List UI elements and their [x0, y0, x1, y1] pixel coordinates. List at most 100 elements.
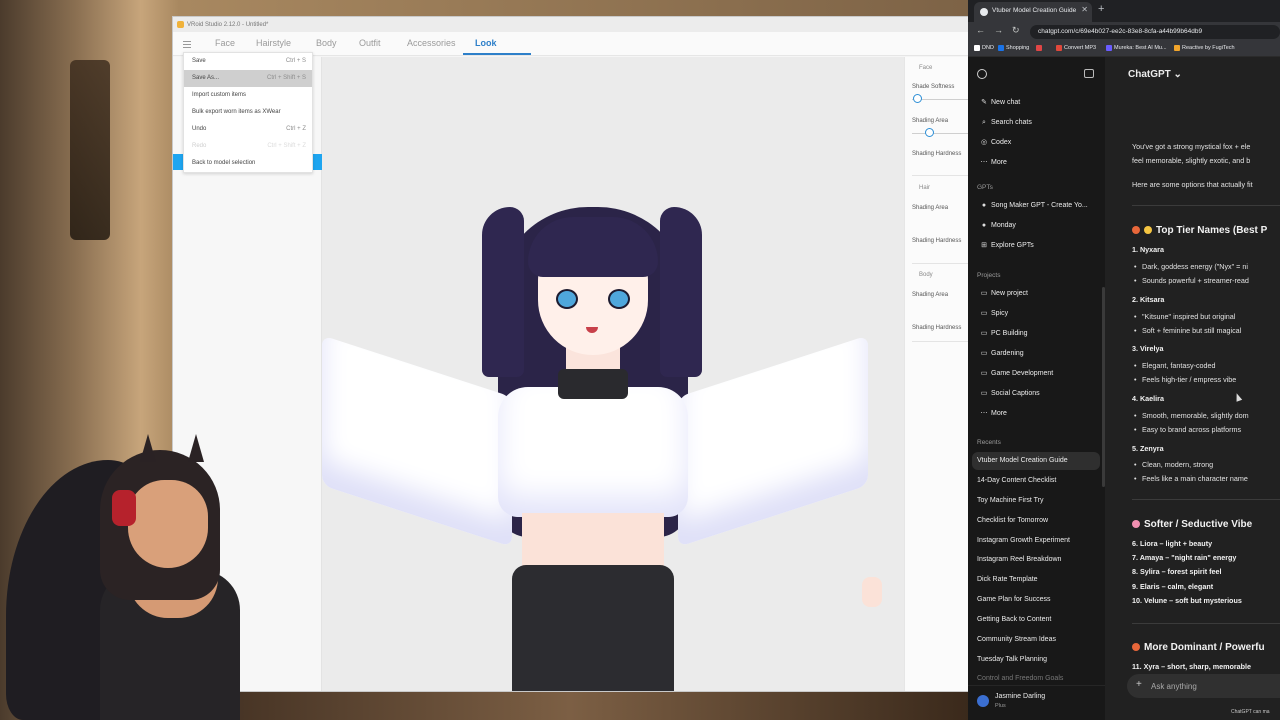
recent-chat-item[interactable]: Dick Rate Template	[972, 571, 1100, 589]
recent-chat-item[interactable]: Toy Machine First Try	[972, 492, 1100, 510]
sidebar-item-social-captions[interactable]: ▭ Social Captions	[972, 385, 1100, 403]
bookmark-mureka[interactable]: Mureka: Best AI Mu...	[1106, 45, 1167, 51]
forward-arrow-icon[interactable]: →	[994, 25, 1003, 35]
bookmark-reactive[interactable]: Reactive by FugiTech	[1174, 45, 1235, 51]
tab-body[interactable]: Body	[316, 38, 337, 48]
more-dots-icon: ⋯	[980, 410, 988, 417]
shading-area-slider[interactable]	[925, 128, 934, 137]
recent-chat-item[interactable]: Vtuber Model Creation Guide	[972, 452, 1100, 470]
reload-icon[interactable]: ↻	[1012, 25, 1020, 36]
tab-face[interactable]: Face	[215, 38, 235, 48]
tab-look[interactable]: Look	[475, 38, 497, 48]
bookmark-icon	[1174, 45, 1180, 51]
address-url: chatgpt.com/c/69e4b027-ee2c-83e8-8cfa-a4…	[1038, 28, 1203, 35]
character-horn-left	[140, 434, 156, 462]
bookmark-dnd[interactable]: DND	[974, 45, 994, 51]
shade-softness-slider[interactable]	[913, 94, 922, 103]
recent-chat-item[interactable]: Tuesday Talk Planning	[972, 651, 1100, 669]
bookmark-shopping[interactable]: Shopping	[998, 45, 1029, 51]
recent-chat-item[interactable]: Getting Back to Content	[972, 611, 1100, 629]
bookmark-icon	[1056, 45, 1062, 51]
user-account-button[interactable]: Jasmine Darling Plus	[968, 685, 1105, 720]
sidebar-item-new-project[interactable]: ▭ New project	[972, 285, 1100, 303]
vroid-app-icon	[177, 21, 184, 28]
avatar-eye-right	[608, 289, 630, 309]
codex-button[interactable]: ◎ Codex	[972, 134, 1100, 152]
section-divider	[912, 341, 968, 342]
gpt-avatar-icon: ●	[981, 222, 987, 229]
model-selector[interactable]: ChatGPT ⌄	[1128, 69, 1182, 80]
headset-icon	[112, 490, 136, 526]
recent-chat-item[interactable]: Checklist for Tomorrow	[972, 512, 1100, 530]
section-heading: More Dominant / Powerfu	[1132, 642, 1265, 653]
hair-shading-hardness-label: Shading Hardness	[912, 238, 962, 244]
active-tab-indicator	[463, 53, 531, 55]
user-name: Jasmine Darling	[995, 693, 1046, 700]
close-tab-icon[interactable]: ✕	[1081, 5, 1088, 14]
bookmark-icon-only[interactable]	[1036, 45, 1042, 51]
chatgpt-sidebar: ✎ New chat ⌕ Search chats ◎ Codex ⋯ More GPT…	[968, 57, 1105, 720]
address-bar[interactable]: chatgpt.com/c/69e4b027-ee2c-83e8-8cfa-a4…	[1030, 25, 1280, 39]
chat-composer[interactable]: +	[1127, 674, 1280, 698]
hamburger-menu-icon[interactable]	[183, 41, 191, 48]
avatar-skirt	[512, 565, 674, 691]
gpts-heading: GPTs	[977, 184, 993, 191]
bookmark-icon	[1036, 45, 1042, 51]
menu-item-label: Redo	[192, 143, 207, 149]
sidebar-item-song-maker[interactable]: ● Song Maker GPT - Create Yo...	[972, 197, 1100, 215]
recent-chat-item[interactable]: 14-Day Content Checklist	[972, 472, 1100, 490]
bookmark-label: Reactive by FugiTech	[1182, 45, 1235, 51]
sidebar-item-pc-building[interactable]: ▭ PC Building	[972, 325, 1100, 343]
shading-area-track[interactable]	[912, 133, 968, 134]
blossom-emoji-icon	[1132, 520, 1140, 528]
menu-item-undo[interactable]: Undo Ctrl + Z	[184, 121, 312, 138]
sparkles-emoji-icon	[1144, 226, 1152, 234]
sidebar-item-label: More	[991, 410, 1007, 417]
menu-shortcut: Ctrl + Shift + S	[266, 75, 306, 81]
bullet-text: Easy to brand across platforms	[1134, 425, 1241, 434]
tab-outfit[interactable]: Outfit	[359, 38, 381, 48]
sidebar-item-gardening[interactable]: ▭ Gardening	[972, 345, 1100, 363]
sidebar-item-projects-more[interactable]: ⋯ More	[972, 405, 1100, 423]
back-arrow-icon[interactable]: ←	[976, 25, 985, 35]
browser-tab[interactable]: Vtuber Model Creation Guide ✕	[974, 2, 1092, 22]
bookmark-label: Mureka: Best AI Mu...	[1114, 45, 1167, 51]
sidebar-item-monday[interactable]: ● Monday	[972, 217, 1100, 235]
wall-lamp	[70, 60, 110, 240]
recent-chat-item[interactable]: Community Stream Ideas	[972, 631, 1100, 649]
name-option: 2. Kitsara	[1132, 295, 1165, 304]
openai-logo-icon[interactable]	[977, 69, 987, 79]
menu-item-bulk-export[interactable]: Bulk export worn items as XWear	[184, 104, 312, 121]
sidebar-item-spicy[interactable]: ▭ Spicy	[972, 305, 1100, 323]
collapse-sidebar-icon[interactable]	[1084, 69, 1094, 78]
bookmark-convert-mp3[interactable]: Convert MP3	[1056, 45, 1096, 51]
recent-chat-item[interactable]: Game Plan for Success	[972, 591, 1100, 609]
attach-plus-icon[interactable]: +	[1136, 679, 1142, 690]
bullet-text: Sounds powerful + streamer-read	[1134, 276, 1249, 285]
sidebar-item-label: Explore GPTs	[991, 242, 1034, 249]
recent-chat-item[interactable]: Instagram Growth Experiment	[972, 532, 1100, 550]
recent-chat-item[interactable]: Instagram Reel Breakdown	[972, 551, 1100, 569]
bullet-text: "Kitsune" inspired but original	[1134, 312, 1235, 321]
new-tab-icon[interactable]: +	[1098, 3, 1104, 15]
model-viewport[interactable]	[322, 57, 904, 691]
sidebar-item-explore-gpts[interactable]: ⊞ Explore GPTs	[972, 237, 1100, 255]
search-chats-button[interactable]: ⌕ Search chats	[972, 114, 1100, 132]
chat-input[interactable]	[1151, 679, 1280, 693]
section-heading-text: More Dominant / Powerfu	[1144, 642, 1265, 653]
menu-item-label: Save	[192, 58, 206, 64]
menu-item-save-as[interactable]: Save As... Ctrl + Shift + S	[184, 70, 312, 87]
more-button[interactable]: ⋯ More	[972, 154, 1100, 172]
bullet-text: Clean, modern, strong	[1134, 460, 1213, 469]
tab-hairstyle[interactable]: Hairstyle	[256, 38, 291, 48]
sidebar-item-label: More	[991, 159, 1007, 166]
menu-item-import-custom[interactable]: Import custom items	[184, 87, 312, 104]
bookmark-icon	[974, 45, 980, 51]
new-chat-button[interactable]: ✎ New chat	[972, 94, 1100, 112]
menu-item-save[interactable]: Save Ctrl + S	[184, 53, 312, 70]
tab-accessories[interactable]: Accessories	[407, 38, 456, 48]
sidebar-item-game-development[interactable]: ▭ Game Development	[972, 365, 1100, 383]
bullet-text: Elegant, fantasy-coded	[1134, 361, 1215, 370]
more-dots-icon: ⋯	[980, 159, 988, 166]
menu-item-back-to-selection[interactable]: Back to model selection	[184, 155, 312, 172]
